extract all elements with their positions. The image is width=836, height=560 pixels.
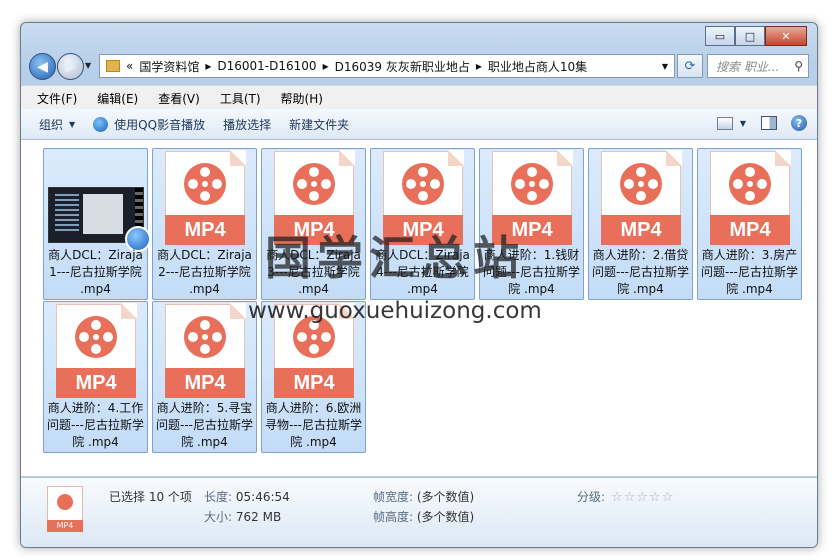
- refresh-button[interactable]: ⟳: [677, 54, 703, 78]
- mp4-badge: MP4: [56, 368, 136, 398]
- video-thumbnail: [48, 187, 151, 252]
- details-icon-badge: MP4: [47, 520, 83, 532]
- breadcrumb-prefix[interactable]: «: [126, 59, 133, 73]
- file-item[interactable]: MP4 商人进阶：4.工作问题---尼古拉斯学院 .mp4: [43, 301, 148, 453]
- file-label: 商人DCL：Ziraja2---尼古拉斯学院 .mp4: [157, 248, 252, 296]
- search-input[interactable]: 搜索 职业... ⚲: [707, 54, 809, 78]
- navigation-bar: ◀ ▶ ▼ « 国学资料馆 ▸ D16001-D16100 ▸ D16039 灰…: [27, 53, 811, 81]
- mp4-badge: MP4: [165, 215, 245, 245]
- watermark-url: www.guoxuehuizong.com: [248, 298, 542, 324]
- title-bar: ▭ □ ✕: [21, 23, 817, 51]
- forward-button[interactable]: ▶: [57, 53, 84, 80]
- play-with-qq-label: 使用QQ影音播放: [114, 117, 206, 132]
- address-dropdown-icon[interactable]: ▼: [662, 62, 668, 71]
- address-bar[interactable]: « 国学资料馆 ▸ D16001-D16100 ▸ D16039 灰灰新职业地占…: [99, 54, 675, 78]
- qq-player-icon: [93, 116, 109, 132]
- new-folder-button[interactable]: 新建文件夹: [289, 116, 349, 133]
- menu-view[interactable]: 查看(V): [158, 90, 200, 107]
- menu-edit[interactable]: 编辑(E): [97, 90, 138, 107]
- rating-label: 分级:: [577, 490, 606, 504]
- file-item[interactable]: MP4 商人进阶：3.房产问题---尼古拉斯学院 .mp4: [697, 148, 802, 300]
- file-label: 商人进阶：4.工作问题---尼古拉斯学院 .mp4: [47, 401, 144, 449]
- length-label: 长度:: [204, 490, 233, 504]
- file-label: 商人进阶：5.寻宝问题---尼古拉斯学院 .mp4: [156, 401, 253, 449]
- preview-pane-icon[interactable]: [761, 116, 777, 130]
- search-icon[interactable]: ⚲: [794, 59, 803, 73]
- file-label: 商人进阶：6.欧洲寻物---尼古拉斯学院 .mp4: [265, 401, 362, 449]
- command-bar: 组织 ▼ 使用QQ影音播放 播放选择 新建文件夹 ▼ ?: [21, 109, 817, 140]
- size-value: 762 MB: [235, 510, 282, 524]
- file-item[interactable]: MP4 商人进阶：5.寻宝问题---尼古拉斯学院 .mp4: [152, 301, 257, 453]
- frame-height-label: 帧高度:: [373, 510, 414, 524]
- frame-width-label: 帧宽度:: [373, 490, 414, 504]
- file-item[interactable]: 商人DCL：Ziraja1---尼古拉斯学院 .mp4: [43, 148, 151, 300]
- recent-pages-dropdown-icon[interactable]: ▼: [85, 61, 91, 70]
- rating-stars[interactable]: ☆☆☆☆☆: [611, 490, 674, 505]
- mp4-badge: MP4: [274, 368, 354, 398]
- play-selection-button[interactable]: 播放选择: [223, 116, 271, 133]
- mp4-file-icon: MP4: [601, 150, 682, 245]
- minimize-button[interactable]: ▭: [705, 26, 735, 46]
- menu-file[interactable]: 文件(F): [37, 90, 77, 107]
- breadcrumb-separator-icon[interactable]: ▸: [205, 59, 211, 73]
- file-item[interactable]: MP4 商人DCL：Ziraja2---尼古拉斯学院 .mp4: [152, 148, 257, 300]
- file-label: 商人进阶：2.借贷问题---尼古拉斯学院 .mp4: [592, 248, 689, 296]
- mp4-badge: MP4: [710, 215, 790, 245]
- back-button[interactable]: ◀: [29, 53, 56, 80]
- mp4-file-icon: MP4: [710, 150, 791, 245]
- breadcrumb-item-1[interactable]: D16001-D16100: [217, 59, 316, 73]
- breadcrumb-item-2[interactable]: D16039 灰灰新职业地占: [335, 58, 470, 75]
- selection-count: 已选择 10 个项: [109, 490, 192, 504]
- file-label: 商人DCL：Ziraja1---尼古拉斯学院 .mp4: [48, 248, 143, 296]
- size-label: 大小:: [204, 510, 233, 524]
- menu-help[interactable]: 帮助(H): [281, 90, 323, 107]
- view-dropdown-icon[interactable]: ▼: [739, 115, 747, 131]
- file-item[interactable]: MP4 商人进阶：2.借贷问题---尼古拉斯学院 .mp4: [588, 148, 693, 300]
- breadcrumb-item-0[interactable]: 国学资料馆: [139, 58, 199, 75]
- watermark-title: 国学汇总站: [265, 231, 525, 285]
- chevron-down-icon: ▼: [69, 119, 76, 129]
- window-controls: ▭ □ ✕: [705, 26, 807, 46]
- search-placeholder: 搜索 职业...: [716, 59, 780, 74]
- maximize-button[interactable]: □: [735, 26, 765, 46]
- frame-height-value: (多个数值): [416, 510, 475, 524]
- organize-button[interactable]: 组织 ▼: [39, 116, 75, 133]
- play-with-qq-button[interactable]: 使用QQ影音播放: [93, 116, 205, 133]
- close-button[interactable]: ✕: [765, 26, 807, 46]
- breadcrumb-separator-icon[interactable]: ▸: [323, 59, 329, 73]
- breadcrumb-item-3[interactable]: 职业地占商人10集: [488, 58, 587, 75]
- menu-bar: 文件(F) 编辑(E) 查看(V) 工具(T) 帮助(H): [21, 85, 817, 110]
- breadcrumb-separator-icon[interactable]: ▸: [476, 59, 482, 73]
- mp4-file-icon: MP4: [47, 486, 91, 534]
- frame-width-value: (多个数值): [416, 490, 475, 504]
- mp4-file-icon: MP4: [56, 303, 137, 398]
- details-pane: MP4 已选择 10 个项 长度: 05:46:54 大小: 762 MB 帧宽…: [21, 477, 817, 547]
- mp4-file-icon: MP4: [165, 303, 246, 398]
- length-value: 05:46:54: [235, 490, 290, 504]
- mp4-file-icon: MP4: [165, 150, 246, 245]
- folder-icon: [106, 60, 120, 72]
- change-view-icon[interactable]: [717, 116, 733, 130]
- menu-tools[interactable]: 工具(T): [220, 90, 261, 107]
- view-tools: ▼ ?: [703, 115, 807, 131]
- file-label: 商人进阶：3.房产问题---尼古拉斯学院 .mp4: [701, 248, 798, 296]
- organize-label: 组织: [39, 117, 64, 132]
- mp4-badge: MP4: [601, 215, 681, 245]
- mp4-badge: MP4: [165, 368, 245, 398]
- help-icon[interactable]: ?: [791, 115, 807, 131]
